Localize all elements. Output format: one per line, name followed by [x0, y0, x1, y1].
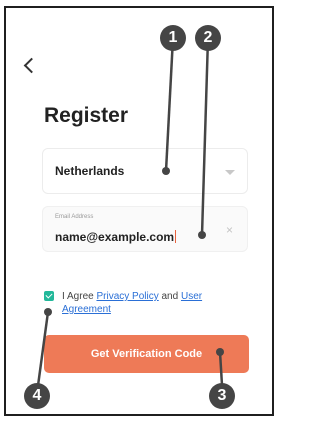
callout-3: 3: [209, 383, 235, 409]
callout-dot-1: [162, 167, 170, 175]
email-text: name@example.com: [55, 230, 175, 244]
text-cursor: [175, 230, 177, 243]
callout-4: 4: [24, 383, 50, 409]
privacy-policy-link[interactable]: Privacy Policy: [96, 291, 158, 302]
agreement-prefix: I Agree: [62, 291, 97, 302]
clear-icon[interactable]: ×: [226, 223, 233, 237]
agree-checkbox[interactable]: [44, 291, 54, 301]
email-field[interactable]: Email Address name@example.com ×: [42, 206, 248, 252]
callout-2: 2: [195, 25, 221, 51]
agreement-text: I Agree Privacy Policy and User Agreemen…: [62, 290, 242, 316]
callout-dot-2: [198, 231, 206, 239]
agreement-connector: and: [158, 291, 181, 302]
callout-dot-3: [216, 348, 224, 356]
email-field-label: Email Address: [55, 214, 94, 220]
country-value: Netherlands: [55, 164, 125, 178]
page-title: Register: [44, 104, 129, 127]
email-value: name@example.com: [55, 230, 177, 244]
callout-dot-4: [44, 308, 52, 316]
callout-1: 1: [160, 25, 186, 51]
chevron-down-icon: [225, 170, 235, 175]
country-select[interactable]: Netherlands: [42, 148, 248, 194]
